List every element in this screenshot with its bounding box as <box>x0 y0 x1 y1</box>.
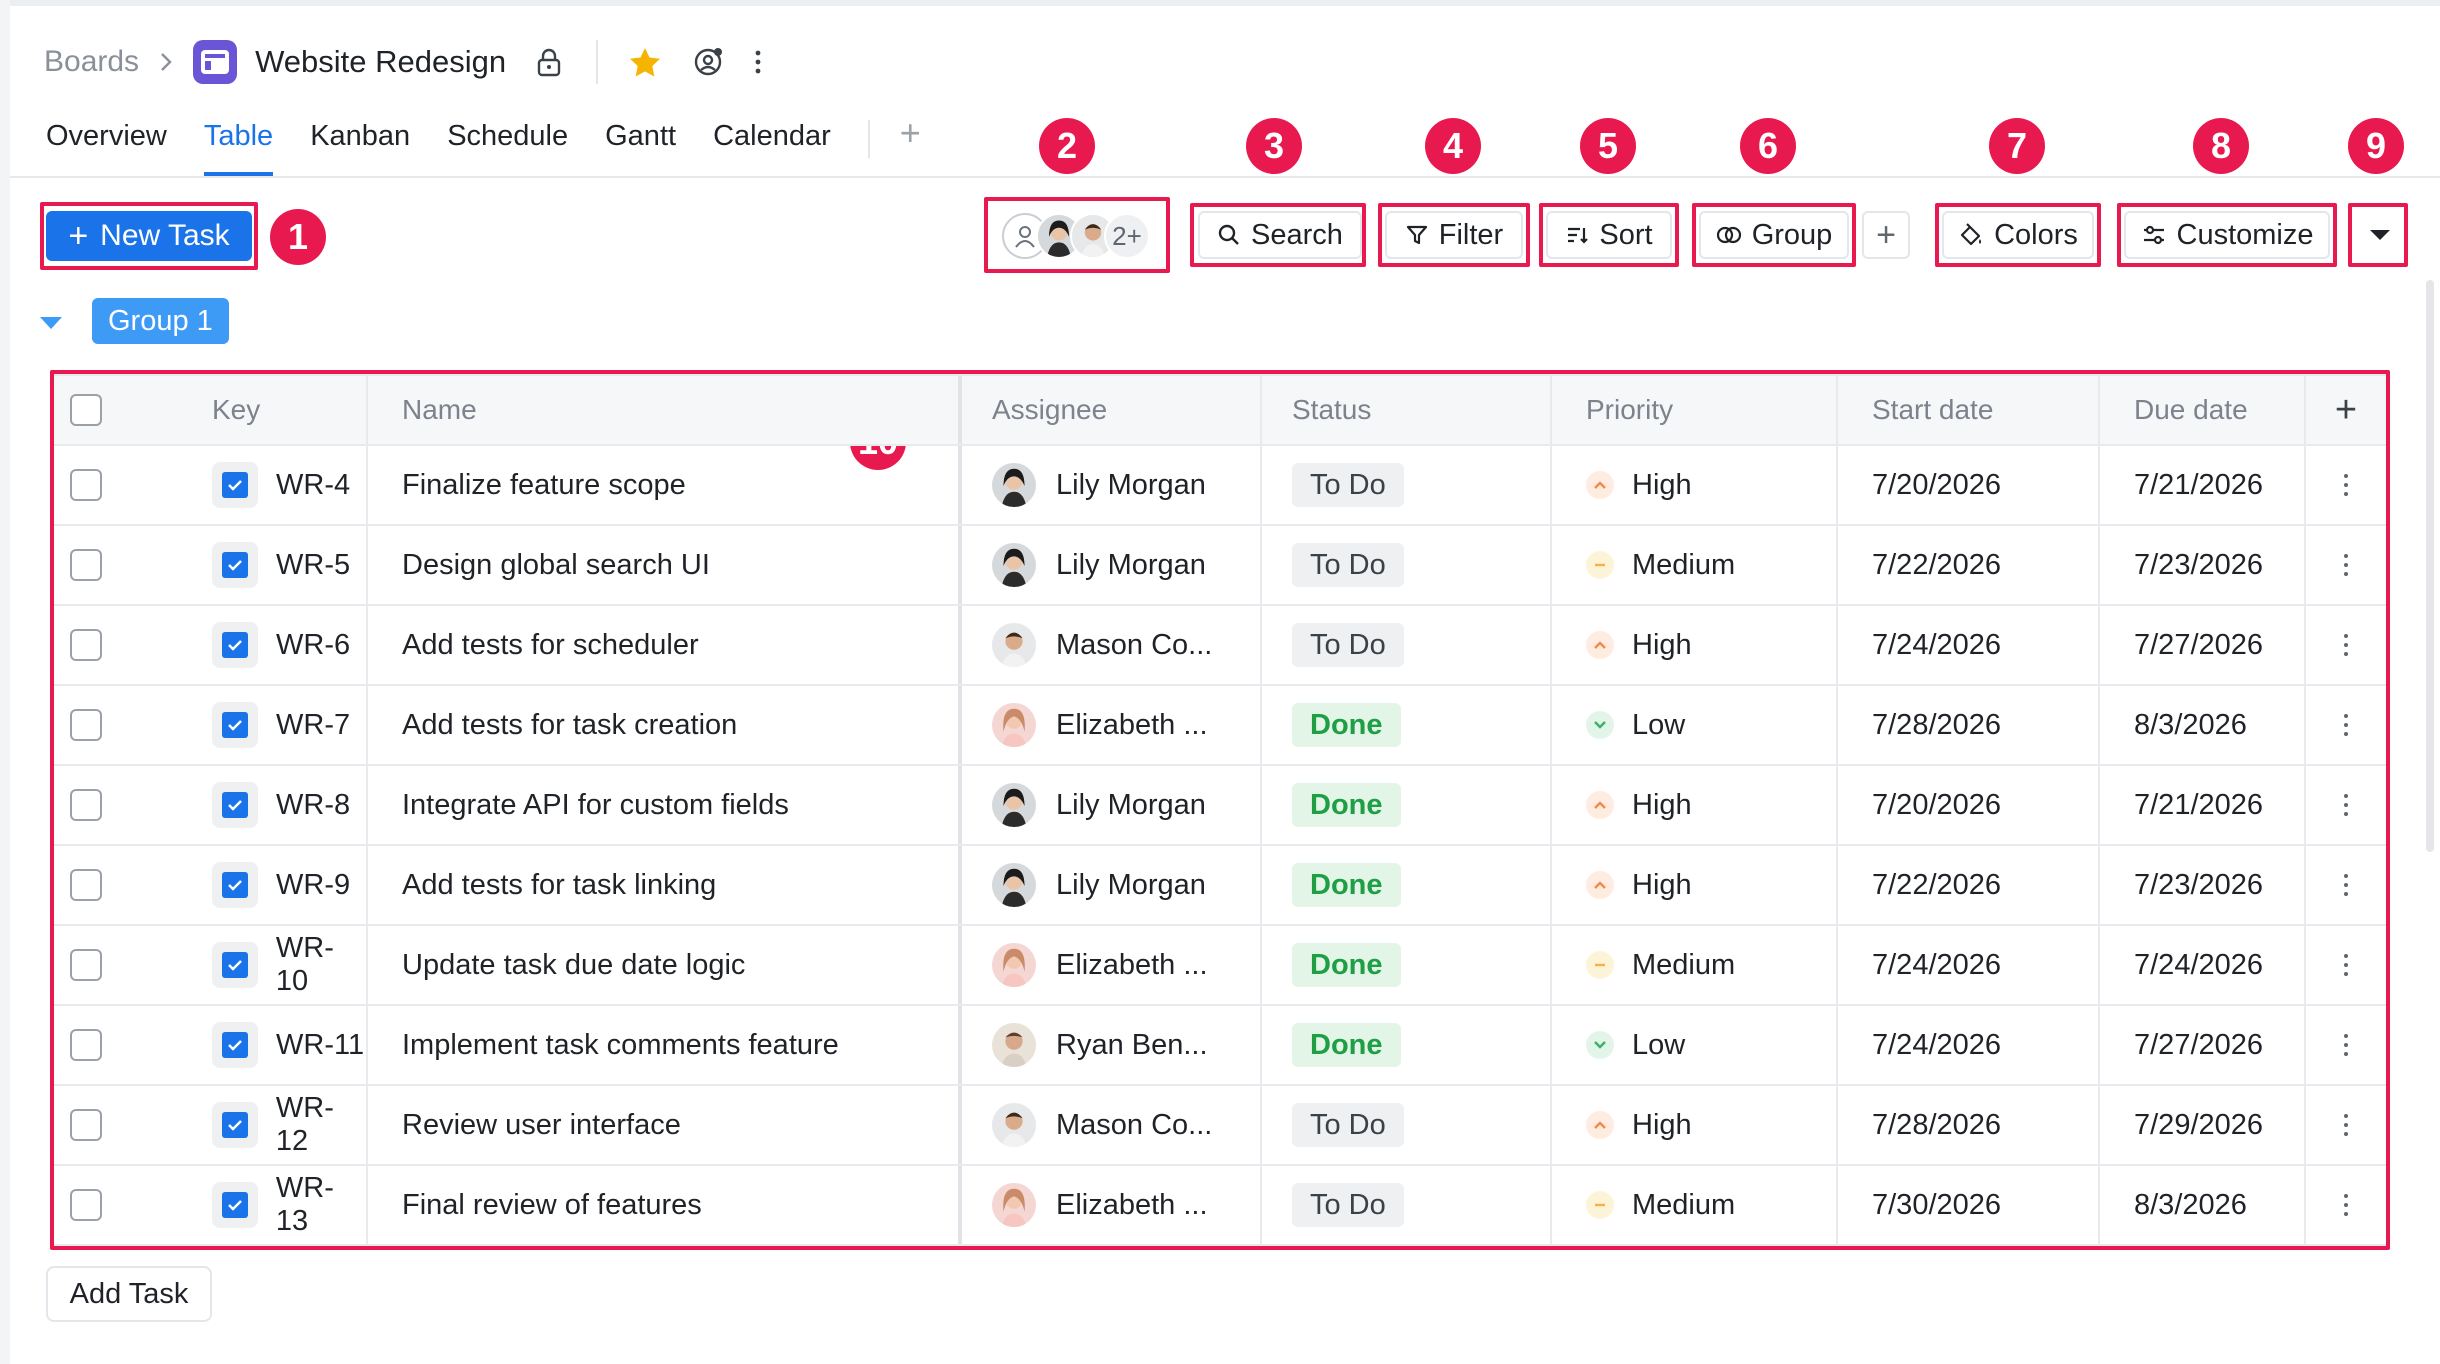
highlight-frame <box>1190 203 1366 267</box>
header-divider <box>596 40 599 84</box>
board-icon <box>193 40 238 84</box>
chevron-right-icon <box>159 51 173 73</box>
highlight-frame <box>1539 203 1679 267</box>
highlight-frame <box>984 197 1170 273</box>
watch-icon[interactable] <box>692 46 724 78</box>
callout-badge: 9 <box>2348 118 2404 174</box>
callout-badge: 5 <box>1580 118 1636 174</box>
breadcrumb: Boards Website Redesign <box>44 40 762 84</box>
scrollbar[interactable] <box>2426 280 2434 852</box>
highlight-frame <box>2117 203 2337 267</box>
star-icon[interactable] <box>628 46 662 78</box>
top-border <box>0 0 2440 6</box>
tab-schedule[interactable]: Schedule <box>447 120 568 176</box>
highlight-frame <box>1692 203 1856 267</box>
lock-icon[interactable] <box>536 47 562 77</box>
callout-badge: 4 <box>1425 118 1481 174</box>
tab-kanban[interactable]: Kanban <box>310 120 410 176</box>
tabs-divider <box>867 120 870 158</box>
tab-overview[interactable]: Overview <box>46 120 167 176</box>
callout-badge: 2 <box>1039 118 1095 174</box>
tabs-underline <box>10 176 2440 178</box>
tab-gantt[interactable]: Gantt <box>605 120 676 176</box>
callout-badge: 8 <box>2193 118 2249 174</box>
highlight-frame <box>50 370 2390 1250</box>
callout-badge: 1 <box>270 209 326 265</box>
highlight-frame <box>1378 203 1530 267</box>
highlight-frame <box>2348 203 2408 267</box>
group-collapse-icon[interactable] <box>38 315 64 336</box>
highlight-frame <box>40 202 258 270</box>
callout-badge: 6 <box>1740 118 1796 174</box>
left-border <box>0 0 10 1364</box>
add-toolbar-item-button[interactable]: + <box>1862 211 1910 259</box>
highlight-frame <box>1935 203 2101 267</box>
add-task-button[interactable]: Add Task <box>46 1266 212 1322</box>
add-view-icon[interactable]: + <box>900 115 921 151</box>
tab-table[interactable]: Table <box>203 120 274 176</box>
view-tabs: Overview Table Kanban Schedule Gantt Cal… <box>46 115 921 176</box>
tab-calendar[interactable]: Calendar <box>713 120 831 176</box>
more-vertical-icon[interactable] <box>754 48 762 76</box>
callout-badge: 7 <box>1989 118 2045 174</box>
group-badge[interactable]: Group 1 <box>92 298 229 344</box>
board-title[interactable]: Website Redesign <box>255 44 506 80</box>
breadcrumb-boards-link[interactable]: Boards <box>44 45 139 79</box>
callout-badge: 3 <box>1246 118 1302 174</box>
